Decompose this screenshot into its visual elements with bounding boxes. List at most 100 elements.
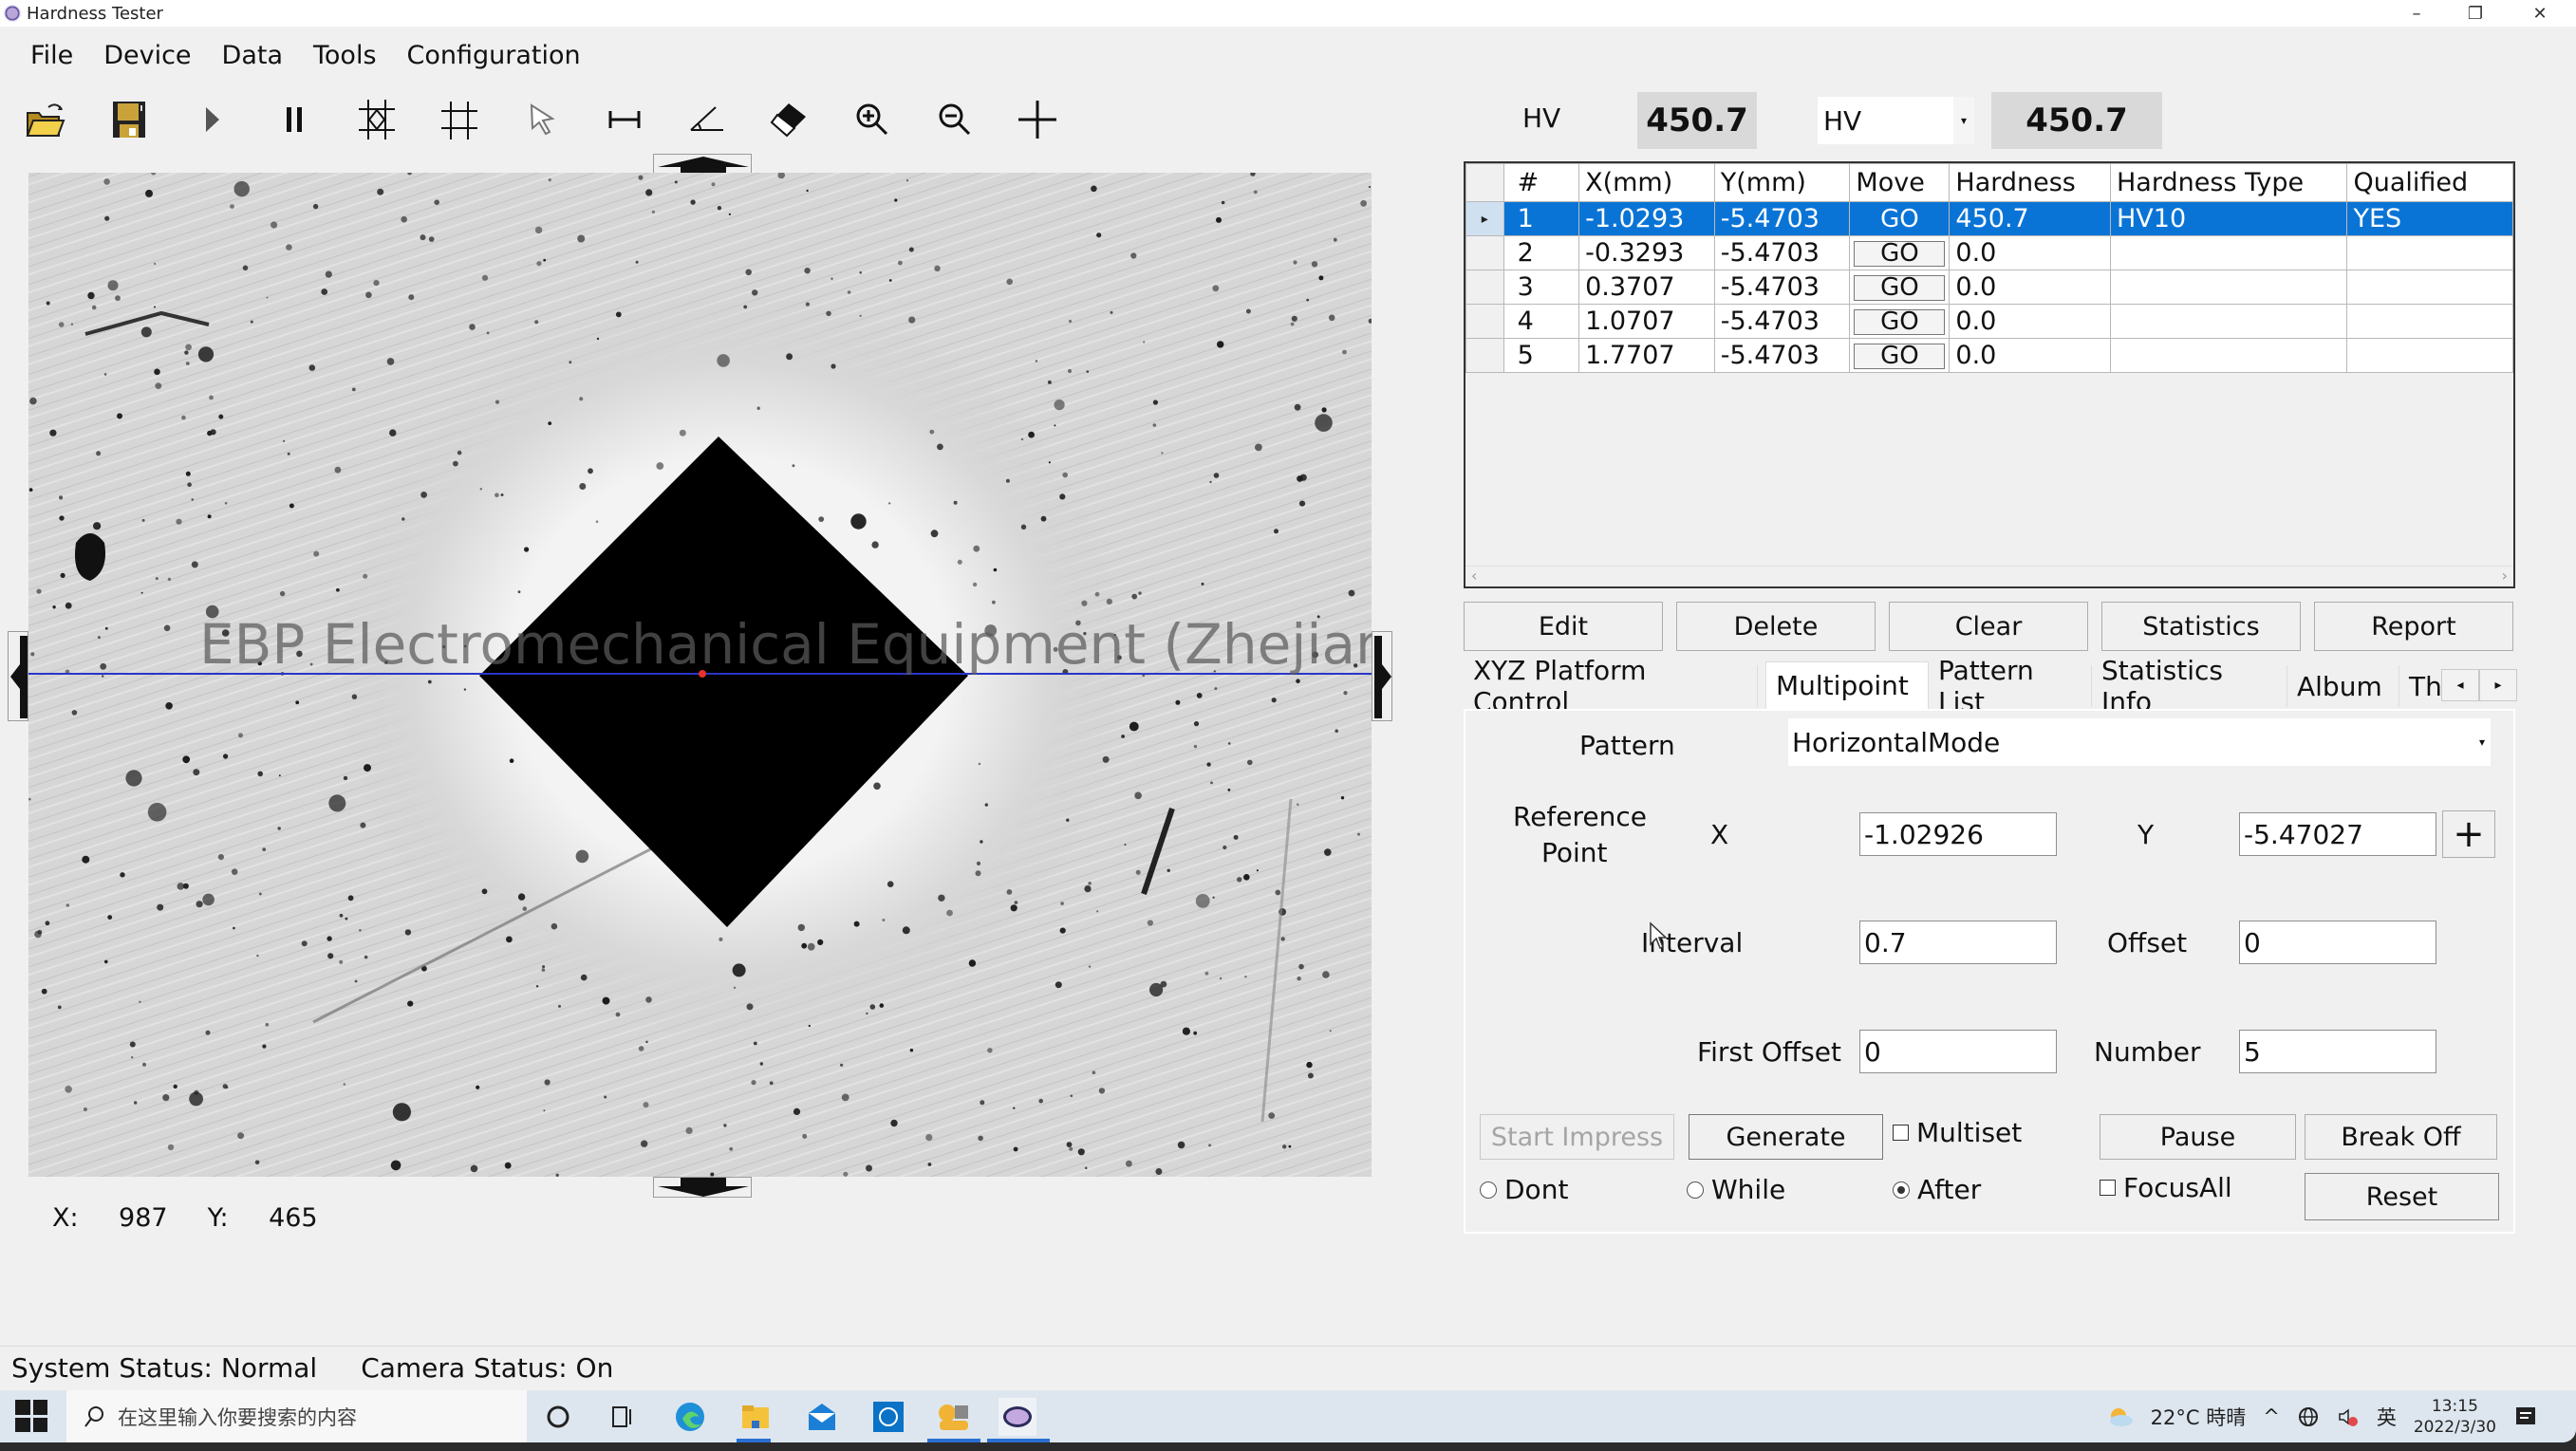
left-measure-handle[interactable] bbox=[8, 631, 28, 721]
media-app-button[interactable] bbox=[934, 1398, 972, 1436]
table-row[interactable]: 2 -0.3293 -5.4703 GO 0.0 bbox=[1465, 235, 2513, 270]
taskbar-search-box[interactable]: 在这里输入你要搜索的内容 bbox=[66, 1390, 527, 1442]
report-button[interactable]: Report bbox=[2314, 602, 2513, 651]
break-off-button[interactable]: Break Off bbox=[2305, 1114, 2497, 1160]
go-button[interactable]: GO bbox=[1854, 241, 1946, 267]
edge-browser-button[interactable] bbox=[671, 1398, 709, 1436]
table-row[interactable]: 5 1.7707 -5.4703 GO 0.0 bbox=[1465, 338, 2513, 373]
weather-text[interactable]: 22°C 時晴 bbox=[2151, 1403, 2247, 1431]
tab-pattern-list[interactable]: Pattern List bbox=[1929, 655, 2092, 717]
menu-configuration[interactable]: Configuration bbox=[407, 41, 581, 70]
close-button[interactable]: ✕ bbox=[2511, 0, 2568, 27]
surface-speck bbox=[1047, 380, 1052, 384]
go-button[interactable]: GO bbox=[1854, 207, 1945, 233]
column-header-qualified[interactable]: Qualified bbox=[2346, 163, 2513, 202]
play-button[interactable] bbox=[185, 91, 238, 148]
camera-image-view[interactable]: EBP Electromechanical Equipment (Zhejian… bbox=[28, 173, 1372, 1177]
tab-album[interactable]: Album bbox=[2287, 665, 2399, 707]
column-header-x[interactable]: X(mm) bbox=[1578, 163, 1715, 202]
right-measure-handle[interactable] bbox=[1372, 631, 1392, 721]
eraser-button[interactable] bbox=[763, 91, 816, 148]
surface-speck bbox=[1275, 889, 1281, 896]
mail-button[interactable] bbox=[803, 1398, 841, 1436]
top-measure-handle[interactable] bbox=[653, 154, 752, 176]
volume-muted-icon[interactable] bbox=[2337, 1405, 2360, 1428]
zoom-out-button[interactable] bbox=[928, 91, 981, 148]
restore-button[interactable]: ❐ bbox=[2447, 0, 2504, 27]
tab-truncated[interactable]: Th bbox=[2399, 665, 2442, 707]
pause-button[interactable] bbox=[268, 91, 321, 148]
hardness-tester-taskbar-button[interactable] bbox=[999, 1398, 1036, 1436]
notification-icon[interactable] bbox=[2513, 1404, 2538, 1429]
column-header-number[interactable]: # bbox=[1503, 163, 1580, 202]
clock[interactable]: 13:15 2022/3/30 bbox=[2414, 1396, 2496, 1438]
delete-button[interactable]: Delete bbox=[1676, 602, 1876, 651]
edit-button[interactable]: Edit bbox=[1464, 602, 1663, 651]
interval-input[interactable]: 0.7 bbox=[1859, 921, 2057, 964]
bottom-measure-handle[interactable] bbox=[653, 1177, 752, 1198]
menu-tools[interactable]: Tools bbox=[313, 41, 377, 70]
distance-measure-button[interactable] bbox=[598, 91, 651, 148]
save-button[interactable] bbox=[103, 91, 156, 148]
select-button[interactable] bbox=[515, 91, 569, 148]
chevron-up-icon[interactable]: ^ bbox=[2263, 1405, 2280, 1428]
grid-button[interactable] bbox=[433, 91, 486, 148]
first-offset-input[interactable]: 0 bbox=[1859, 1030, 2057, 1073]
menu-data[interactable]: Data bbox=[222, 41, 283, 70]
input-method-indicator[interactable]: 英 bbox=[2377, 1403, 2397, 1431]
weather-icon bbox=[2109, 1407, 2133, 1426]
reference-x-input[interactable]: -1.02926 bbox=[1859, 812, 2057, 856]
file-explorer-button[interactable] bbox=[737, 1398, 775, 1436]
generate-button[interactable]: Generate bbox=[1689, 1114, 1883, 1160]
angle-measure-button[interactable] bbox=[681, 91, 734, 148]
auto-measure-button[interactable] bbox=[350, 91, 403, 148]
focus-all-checkbox[interactable]: FocusAll bbox=[2100, 1172, 2232, 1203]
column-header-y[interactable]: Y(mm) bbox=[1713, 163, 1851, 202]
task-view-button[interactable] bbox=[604, 1398, 642, 1436]
focus-dont-radio[interactable]: Dont bbox=[1480, 1174, 1568, 1205]
pattern-select[interactable]: HorizontalMode ▾ bbox=[1788, 718, 2491, 766]
go-button[interactable]: GO bbox=[1854, 275, 1946, 301]
focus-while-radio[interactable]: While bbox=[1687, 1174, 1785, 1205]
windows-start-button[interactable] bbox=[15, 1400, 47, 1432]
menu-device[interactable]: Device bbox=[103, 41, 191, 70]
offset-input[interactable]: 0 bbox=[2239, 921, 2436, 964]
scroll-left-icon[interactable]: ‹ bbox=[1471, 567, 1477, 585]
reset-button[interactable]: Reset bbox=[2305, 1173, 2499, 1220]
start-impress-button[interactable]: Start Impress bbox=[1480, 1114, 1674, 1160]
surface-speck bbox=[1293, 260, 1297, 265]
tab-multipoint[interactable]: Multipoint bbox=[1765, 661, 1929, 709]
tab-statistics-info[interactable]: Statistics Info bbox=[2092, 655, 2287, 717]
table-row[interactable]: 4 1.0707 -5.4703 GO 0.0 bbox=[1465, 304, 2513, 339]
clear-button[interactable]: Clear bbox=[1889, 602, 2088, 651]
scroll-right-icon[interactable]: › bbox=[2502, 567, 2508, 585]
crosshair-button[interactable] bbox=[1011, 91, 1064, 148]
hardness-scale-select[interactable]: HV ▾ bbox=[1818, 97, 1974, 144]
statistics-button[interactable]: Statistics bbox=[2101, 602, 2301, 651]
column-header-hardness-type[interactable]: Hardness Type bbox=[2109, 163, 2348, 202]
surface-speck bbox=[542, 965, 546, 969]
horizontal-scrollbar[interactable]: ‹ › bbox=[1465, 566, 2513, 586]
tab-scroll-left-button[interactable]: ◂ bbox=[2441, 669, 2479, 701]
tab-xyz-platform-control[interactable]: XYZ Platform Control bbox=[1464, 655, 1758, 717]
focus-after-radio[interactable]: After bbox=[1893, 1174, 1981, 1205]
menu-file[interactable]: File bbox=[30, 41, 73, 70]
column-header-hardness[interactable]: Hardness bbox=[1949, 163, 2111, 202]
go-button[interactable]: GO bbox=[1854, 309, 1946, 335]
cortana-button[interactable] bbox=[539, 1398, 577, 1436]
open-button[interactable] bbox=[19, 91, 72, 148]
zoom-in-button[interactable] bbox=[846, 91, 899, 148]
dell-app-button[interactable] bbox=[869, 1398, 907, 1436]
add-reference-point-button[interactable]: + bbox=[2442, 810, 2495, 858]
table-row[interactable]: ▸ 1 -1.0293 -5.4703 GO 450.7 HV10 YES bbox=[1465, 201, 2513, 236]
pause-button[interactable]: Pause bbox=[2100, 1114, 2296, 1160]
table-row[interactable]: 3 0.3707 -5.4703 GO 0.0 bbox=[1465, 270, 2513, 305]
column-header-move[interactable]: Move bbox=[1849, 163, 1951, 202]
network-icon[interactable] bbox=[2297, 1405, 2320, 1428]
go-button[interactable]: GO bbox=[1854, 344, 1946, 369]
tab-scroll-right-button[interactable]: ▸ bbox=[2479, 669, 2517, 701]
number-input[interactable]: 5 bbox=[2239, 1030, 2436, 1073]
multiset-checkbox[interactable]: Multiset bbox=[1893, 1117, 2022, 1148]
minimize-button[interactable]: – bbox=[2388, 0, 2445, 27]
reference-y-input[interactable]: -5.47027 bbox=[2239, 812, 2436, 856]
